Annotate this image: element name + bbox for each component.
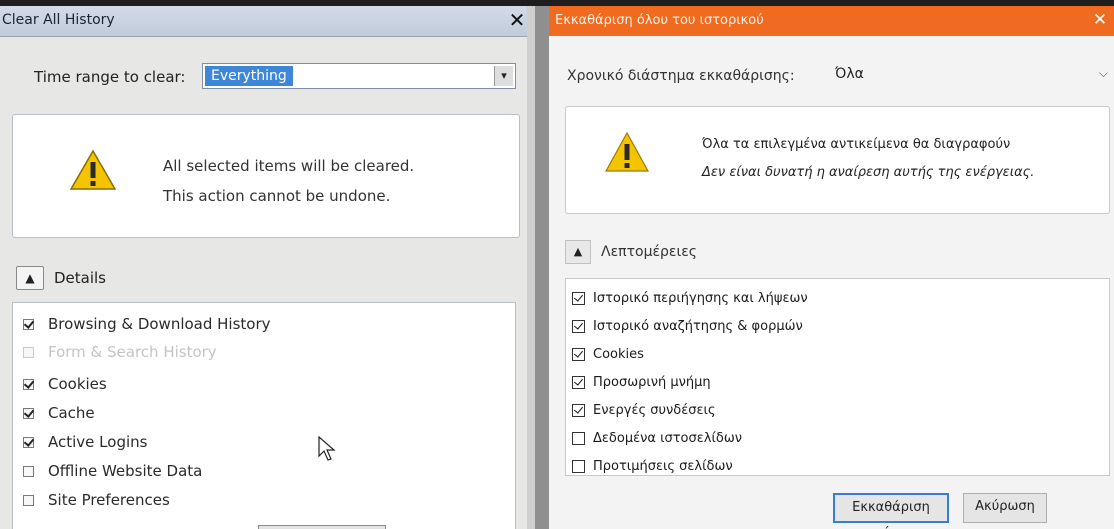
right-dialog-title: Εκκαθάριση όλου του ιστορικού [555, 13, 764, 28]
left-item-browsing-history[interactable]: Browsing & Download History [23, 313, 271, 335]
left-dialog-title: Clear All History [2, 12, 115, 28]
right-title-bar: Εκκαθάριση όλου του ιστορικού ✕ [549, 6, 1114, 36]
mouse-pointer-icon [318, 436, 336, 461]
checkbox[interactable] [23, 407, 34, 419]
left-item-site-preferences[interactable]: Site Preferences [23, 489, 170, 511]
left-item-active-logins[interactable]: Active Logins [23, 431, 147, 453]
left-close-icon[interactable]: ✕ [505, 8, 529, 32]
checkbox[interactable] [572, 459, 585, 473]
right-item-label: Ιστορικό περιήγησης και λήψεων [593, 290, 808, 306]
right-warning-icon [604, 131, 650, 172]
clear-now-button[interactable]: Εκκαθάριση τώρα [833, 493, 949, 529]
left-item-label: Site Preferences [48, 491, 170, 509]
left-time-range-value: Everything [205, 66, 293, 86]
left-item-label: Active Logins [48, 433, 148, 451]
right-clear-history-dialog: Εκκαθάριση όλου του ιστορικού ✕ Χρονικό … [549, 6, 1114, 529]
checkbox[interactable] [23, 465, 34, 477]
right-time-range-label: Χρονικό διάστημα εκκαθάρισης: [567, 68, 795, 84]
checkbox [23, 346, 34, 358]
right-item-search-form-history[interactable]: Ιστορικό αναζήτησης & φορμών [572, 315, 803, 337]
right-item-label: Προσωρινή μνήμη [593, 374, 711, 390]
left-details-label: Details [54, 269, 107, 287]
checkbox[interactable] [572, 291, 585, 305]
right-items-list: Ιστορικό περιήγησης και λήψεων Ιστορικό … [565, 278, 1110, 476]
right-item-cache[interactable]: Προσωρινή μνήμη [572, 371, 711, 393]
left-clear-history-dialog: Clear All History ✕ Time range to clear:… [0, 6, 535, 529]
left-warning-line2: This action cannot be undone. [163, 187, 391, 205]
left-dialog-edge [527, 6, 535, 529]
left-item-label: Cookies [48, 375, 107, 393]
left-bottom-button-edge[interactable] [258, 525, 386, 529]
left-items-list: Browsing & Download History Form & Searc… [12, 302, 516, 529]
left-warning-icon [69, 149, 117, 190]
right-close-icon[interactable]: ✕ [1090, 9, 1110, 31]
left-time-range-label: Time range to clear: [34, 68, 186, 86]
left-title-bar: Clear All History ✕ [0, 6, 535, 37]
right-warning-line1: Όλα τα επιλεγμένα αντικείμενα θα διαγραφ… [702, 137, 1011, 152]
right-item-active-logins[interactable]: Ενεργές συνδέσεις [572, 399, 716, 421]
checkbox[interactable] [572, 319, 585, 333]
right-time-range-value: Όλα [835, 66, 864, 82]
right-warning-box: Όλα τα επιλεγμένα αντικείμενα θα διαγραφ… [565, 106, 1110, 214]
right-item-browsing-download-history[interactable]: Ιστορικό περιήγησης και λήψεων [572, 287, 808, 309]
left-item-cache[interactable]: Cache [23, 402, 95, 424]
checkbox[interactable] [23, 318, 34, 330]
checkbox[interactable] [23, 378, 34, 390]
right-item-website-data[interactable]: Δεδομένα ιστοσελίδων [572, 427, 742, 449]
cancel-button[interactable]: Ακύρωση [963, 493, 1047, 523]
checkbox[interactable] [572, 431, 585, 445]
right-item-label: Προτιμήσεις σελίδων [593, 458, 733, 474]
right-item-cookies[interactable]: Cookies [572, 343, 644, 365]
left-warning-box: All selected items will be cleared. This… [12, 114, 520, 238]
checkbox[interactable] [572, 347, 585, 361]
left-details-toggle-button[interactable]: ▲ [16, 266, 44, 290]
checkbox[interactable] [23, 436, 34, 448]
right-details-label: Λεπτομέρειες [601, 244, 698, 260]
right-item-label: Ιστορικό αναζήτησης & φορμών [593, 318, 803, 334]
left-warning-line1: All selected items will be cleared. [163, 157, 415, 175]
right-item-site-preferences[interactable]: Προτιμήσεις σελίδων [572, 455, 733, 477]
right-item-label: Ενεργές συνδέσεις [593, 402, 716, 418]
checkbox[interactable] [572, 403, 585, 417]
left-item-label: Form & Search History [48, 343, 217, 361]
left-item-cookies[interactable]: Cookies [23, 373, 107, 395]
left-item-label: Cache [48, 404, 95, 422]
right-item-label: Δεδομένα ιστοσελίδων [593, 430, 742, 446]
right-time-range-select[interactable]: Όλα ⌵ [829, 60, 1112, 90]
left-item-offline-website-data[interactable]: Offline Website Data [23, 460, 202, 482]
left-dropdown-arrow-icon[interactable]: ▾ [494, 66, 513, 86]
left-item-form-search-history: Form & Search History [23, 341, 217, 363]
left-item-label: Offline Website Data [48, 462, 203, 480]
checkbox[interactable] [572, 375, 585, 389]
left-time-range-select[interactable]: Everything ▾ [202, 63, 516, 89]
checkbox[interactable] [23, 494, 34, 506]
right-warning-line2: Δεν είναι δυνατή η αναίρεση αυτής της εν… [702, 165, 1035, 180]
right-details-toggle-button[interactable]: ▲ [565, 240, 591, 264]
right-item-label: Cookies [593, 346, 644, 362]
left-item-label: Browsing & Download History [48, 315, 271, 333]
chevron-down-icon: ⌵ [1098, 66, 1108, 80]
